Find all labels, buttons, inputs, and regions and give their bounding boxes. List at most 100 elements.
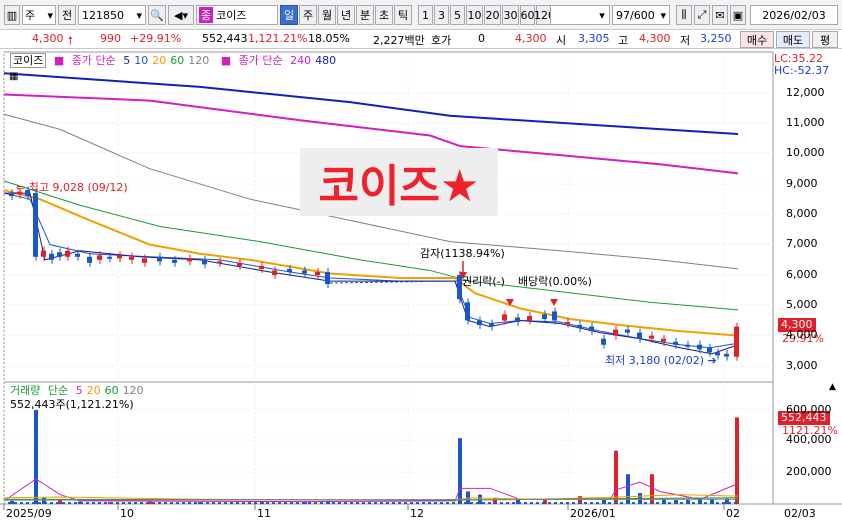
period-tab-6[interactable]: 틱 — [394, 5, 412, 25]
min-label: 최저 3,180 (02/02) — [605, 354, 705, 367]
interval-tab-0[interactable]: 1 — [418, 5, 433, 25]
price-volume-chart[interactable] — [0, 49, 842, 526]
date-field[interactable]: 2026/02/03 — [750, 5, 838, 25]
high-label: 고 — [618, 34, 629, 47]
volume-bar — [314, 502, 317, 504]
candle-body — [315, 271, 320, 275]
volume-bar — [92, 502, 95, 504]
market-select[interactable]: 주 ▾ — [22, 5, 56, 25]
volume-bar — [8, 502, 11, 504]
volume-bar — [332, 502, 335, 504]
stock-title-badge: 코이즈★ — [300, 148, 498, 216]
volume-bar — [735, 417, 739, 504]
volume-bar — [674, 502, 677, 504]
count-field[interactable]: 97/600 ▾ — [612, 5, 670, 25]
search-icon[interactable]: 🔍 — [148, 5, 166, 25]
legend-ma2-period-1: 480 — [315, 54, 337, 67]
period-tab-5[interactable]: 초 — [375, 5, 393, 25]
candle-body — [601, 338, 606, 345]
interval-tab-4[interactable]: 20 — [484, 5, 501, 25]
interval-tab-2[interactable]: 5 — [450, 5, 465, 25]
volume-bar — [50, 502, 53, 504]
volume-bar — [548, 502, 551, 504]
volume-bar — [542, 502, 545, 504]
price-change-pct: +29.91% — [130, 32, 182, 45]
chevron-down-icon: ▾ — [599, 8, 605, 22]
volume-bar — [194, 502, 197, 504]
volume-bar — [152, 502, 155, 504]
chart-menu-icon[interactable]: ▥ — [4, 5, 20, 25]
candle-body — [527, 315, 532, 321]
chart-area[interactable]: 코이즈 ■ 종가 단순 5 10 20 60 120 ■ 종가 단순 240 480 LC… — [0, 49, 842, 526]
volume-bar — [506, 502, 509, 504]
save-icon[interactable]: ▣ — [730, 5, 746, 25]
grid-icon[interactable]: ▦ — [9, 71, 18, 82]
eval-button[interactable]: 평 — [812, 31, 838, 48]
split-annotation: 감자(1138.94%) — [420, 247, 505, 260]
volume-bar — [572, 502, 575, 504]
volume-bar — [728, 502, 731, 504]
volume-bar — [134, 502, 137, 504]
period-tab-3[interactable]: 년 — [337, 5, 355, 25]
volume-bar — [296, 502, 299, 504]
stock-name-field[interactable]: 종 코이즈 — [196, 5, 278, 25]
volume-bar — [104, 502, 107, 504]
period-tab-2[interactable]: 월 — [318, 5, 336, 25]
legend-ma2-period-0: 240 — [290, 54, 312, 67]
volume-bar — [266, 502, 269, 504]
envelope-icon[interactable]: ✉ — [712, 5, 728, 25]
interval-tab-5[interactable]: 30 — [502, 5, 519, 25]
period-tab-0[interactable]: 일 — [280, 5, 298, 25]
crosshair-icon[interactable]: ⤢ — [694, 5, 710, 25]
interval-tab-6[interactable]: 60 — [520, 5, 535, 25]
volume-bar — [284, 502, 287, 504]
legend-ma-period-4: 120 — [188, 54, 210, 67]
price-panel-frame — [3, 51, 774, 383]
volume-bar — [458, 502, 461, 504]
period-tab-1[interactable]: 주 — [299, 5, 317, 25]
volume-bar — [614, 502, 617, 504]
volume-bar — [494, 502, 497, 504]
sell-button[interactable]: 매도 — [776, 31, 810, 48]
price-change: 990 — [100, 32, 121, 45]
volume-bar — [650, 502, 653, 504]
x-tick-label: 10 — [120, 507, 134, 520]
volume-bar — [554, 502, 557, 504]
volume-bar — [34, 410, 38, 504]
x-tick-label: 2025/09 — [6, 507, 52, 520]
volume-bar — [20, 502, 23, 504]
volume-bar — [416, 502, 419, 504]
volume-bar — [638, 502, 641, 504]
candle-body — [57, 252, 62, 257]
volume-bar — [356, 502, 359, 504]
volume-bar — [158, 502, 161, 504]
candle-body — [577, 325, 582, 329]
volume-bar — [668, 502, 671, 504]
volume-bar — [722, 502, 725, 504]
volume-bar — [620, 502, 623, 504]
candle-body — [202, 259, 207, 265]
volume-bar — [302, 502, 305, 504]
volume-bar — [272, 502, 275, 504]
candle-body — [565, 322, 570, 325]
volume-tick-label: 400,000 — [786, 433, 832, 446]
date-range-select[interactable]: ▾ — [550, 5, 610, 25]
legend-ma-period-0: 5 — [123, 54, 131, 67]
candle-body — [589, 326, 594, 332]
buy-button[interactable]: 매수 — [740, 31, 774, 48]
stock-code-input[interactable]: 121850 ▾ — [78, 5, 146, 25]
current-price: 4,300 — [32, 32, 64, 45]
collapse-icon[interactable]: ▲ — [829, 382, 836, 392]
period-tab-4[interactable]: 분 — [356, 5, 374, 25]
volume-bar — [362, 502, 365, 504]
volume-bar — [350, 502, 353, 504]
interval-tab-3[interactable]: 10 — [466, 5, 483, 25]
volume-bar — [164, 502, 167, 504]
candle-icon[interactable]: ⫼ — [676, 5, 692, 25]
interval-tab-1[interactable]: 3 — [434, 5, 449, 25]
view-button[interactable]: 전 — [58, 5, 76, 25]
rights-annotation: 권리락(-) — [462, 275, 505, 288]
speaker-icon[interactable]: ◀▾ — [168, 5, 194, 25]
volume-bar — [116, 502, 119, 504]
low-label: 저 — [680, 34, 691, 47]
